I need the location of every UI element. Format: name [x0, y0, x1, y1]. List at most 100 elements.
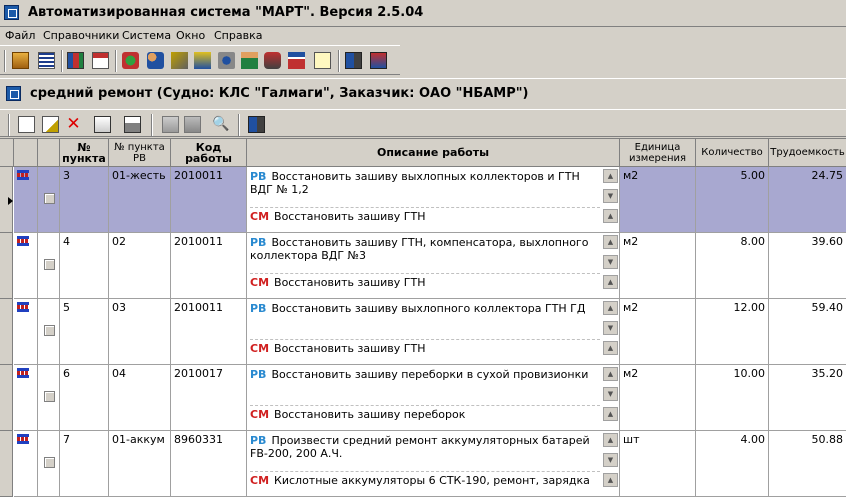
scroll-down-icon[interactable]: ▼: [603, 321, 618, 335]
cell-kod: 2010017: [171, 365, 247, 431]
header-punkt-rv[interactable]: № пункта РВ: [109, 139, 171, 167]
car-icon[interactable]: [264, 52, 281, 69]
row-checkbox[interactable]: [44, 193, 55, 204]
people-icon[interactable]: [147, 52, 164, 69]
scroll-up-icon[interactable]: ▲: [603, 275, 618, 289]
ships-icon[interactable]: [12, 52, 29, 69]
grid-icon: [17, 302, 29, 312]
cell-edinica: м2: [620, 167, 696, 233]
rv-tag: РВ: [250, 434, 267, 447]
menu-window[interactable]: Окно: [176, 29, 205, 42]
form-icon[interactable]: [92, 52, 109, 69]
scroll-up-icon[interactable]: ▲: [603, 169, 618, 183]
scroll-up-icon[interactable]: ▲: [603, 367, 618, 381]
menu-help[interactable]: Справка: [214, 29, 262, 42]
row-checkbox[interactable]: [44, 259, 55, 270]
row-checkbox[interactable]: [44, 457, 55, 468]
paste-icon[interactable]: [162, 116, 179, 133]
row-checkbox[interactable]: [44, 391, 55, 402]
row-indicator[interactable]: [0, 299, 13, 365]
sm-tag: СМ: [250, 210, 270, 223]
rv-text: Восстановить зашиву выхлопного коллектор…: [271, 302, 586, 315]
sm-description[interactable]: СМ Восстановить зашиву ГТН: [250, 342, 600, 355]
header-punkt[interactable]: № пункта: [60, 139, 109, 167]
cell-kolichestvo: 12.00: [696, 299, 769, 365]
scroll-down-icon[interactable]: ▼: [603, 453, 618, 467]
row-indicator[interactable]: [0, 365, 13, 431]
scroll-up-icon[interactable]: ▲: [603, 433, 618, 447]
list-icon[interactable]: [38, 52, 55, 69]
scroll-up-icon[interactable]: ▲: [603, 209, 618, 223]
app-icon[interactable]: [4, 5, 19, 20]
row-checkbox[interactable]: [44, 325, 55, 336]
cell-punkt-rv: 02: [109, 233, 171, 299]
header-trudoemkost[interactable]: Трудоемкость: [769, 139, 846, 167]
cell-punkt-rv: 03: [109, 299, 171, 365]
header-kod[interactable]: Код работы: [171, 139, 247, 167]
rv-divider: [250, 405, 600, 406]
sm-tag: СМ: [250, 342, 270, 355]
menu-file[interactable]: Файл: [5, 29, 35, 42]
network-icon[interactable]: [218, 52, 235, 69]
rv-tag: РВ: [250, 170, 267, 183]
inner-window-icon[interactable]: [6, 86, 21, 101]
scroll-up-icon[interactable]: ▲: [603, 473, 618, 487]
header-opisanie[interactable]: Описание работы: [247, 139, 620, 167]
rv-text: Произвести средний ремонт аккумуляторных…: [250, 434, 590, 460]
current-row-arrow-icon: [8, 197, 13, 205]
delete-icon[interactable]: ✕: [65, 116, 82, 133]
printer-icon[interactable]: [124, 116, 141, 133]
worker-icon[interactable]: [241, 52, 258, 69]
grid-icon: [17, 434, 29, 444]
rv-text: Восстановить зашиву выхлопных коллекторо…: [250, 170, 580, 196]
scroll-up-icon[interactable]: ▲: [603, 341, 618, 355]
binder2-icon[interactable]: [248, 116, 265, 133]
scroll-down-icon[interactable]: ▼: [603, 255, 618, 269]
rv-description[interactable]: РВ Восстановить зашиву выхлопных коллекто…: [250, 170, 600, 196]
grid-icon: [17, 236, 29, 246]
scroll-up-icon[interactable]: ▲: [603, 301, 618, 315]
title-bar: Автоматизированная система "МАРТ". Верси…: [0, 0, 846, 27]
row-indicator[interactable]: [0, 233, 13, 299]
sm-description[interactable]: СМ Восстановить зашиву переборок: [250, 408, 600, 421]
grid-icon: [17, 170, 29, 180]
rv-description[interactable]: РВ Произвести средний ремонт аккумуляторн…: [250, 434, 600, 460]
rv-description[interactable]: РВ Восстановить зашиву ГТН, компенсатора,…: [250, 236, 600, 262]
row-indicator[interactable]: [0, 431, 13, 497]
new-icon[interactable]: [18, 116, 35, 133]
note-icon[interactable]: [314, 52, 331, 69]
settings-icon[interactable]: [171, 52, 188, 69]
sm-description[interactable]: СМ Восстановить зашиву ГТН: [250, 276, 600, 289]
cell-trudoemkost: 24.75: [769, 167, 846, 233]
rv-description[interactable]: РВ Восстановить зашиву переборки в сухой …: [250, 368, 600, 381]
scroll-down-icon[interactable]: ▼: [603, 189, 618, 203]
header-indicator: [0, 139, 14, 167]
find-icon[interactable]: 🔍: [212, 116, 229, 133]
sm-description[interactable]: СМ Кислотные аккумуляторы 6 СТК-190, ремо…: [250, 474, 600, 487]
cell-kod: 8960331: [171, 431, 247, 497]
copy-icon[interactable]: [94, 116, 111, 133]
clipboard-icon[interactable]: [184, 116, 201, 133]
scroll-up-icon[interactable]: ▲: [603, 235, 618, 249]
print-icon[interactable]: [370, 52, 387, 69]
works-grid: № пункта № пункта РВ Код работы Описание…: [0, 138, 846, 500]
rv-divider: [250, 207, 600, 208]
header-edinica[interactable]: Единица измерения: [620, 139, 696, 167]
edit-icon[interactable]: [42, 116, 59, 133]
cell-punkt: 4: [60, 233, 109, 299]
rv-description[interactable]: РВ Восстановить зашиву выхлопного коллект…: [250, 302, 600, 315]
scroll-down-icon[interactable]: ▼: [603, 387, 618, 401]
binder-icon[interactable]: [345, 52, 362, 69]
tree-icon[interactable]: [288, 52, 305, 69]
books-icon[interactable]: [67, 52, 84, 69]
filter-icon[interactable]: [194, 52, 211, 69]
sm-description[interactable]: СМ Восстановить зашиву ГТН: [250, 210, 600, 223]
cell-kod: 2010011: [171, 233, 247, 299]
menu-system[interactable]: Система: [122, 29, 171, 42]
cell-punkt: 7: [60, 431, 109, 497]
inner-window-title: средний ремонт (Судно: КЛС "Галмаги", За…: [30, 86, 529, 101]
header-kolichestvo[interactable]: Количество: [696, 139, 769, 167]
scroll-up-icon[interactable]: ▲: [603, 407, 618, 421]
menu-references[interactable]: Справочники: [43, 29, 119, 42]
tools-icon[interactable]: [122, 52, 139, 69]
